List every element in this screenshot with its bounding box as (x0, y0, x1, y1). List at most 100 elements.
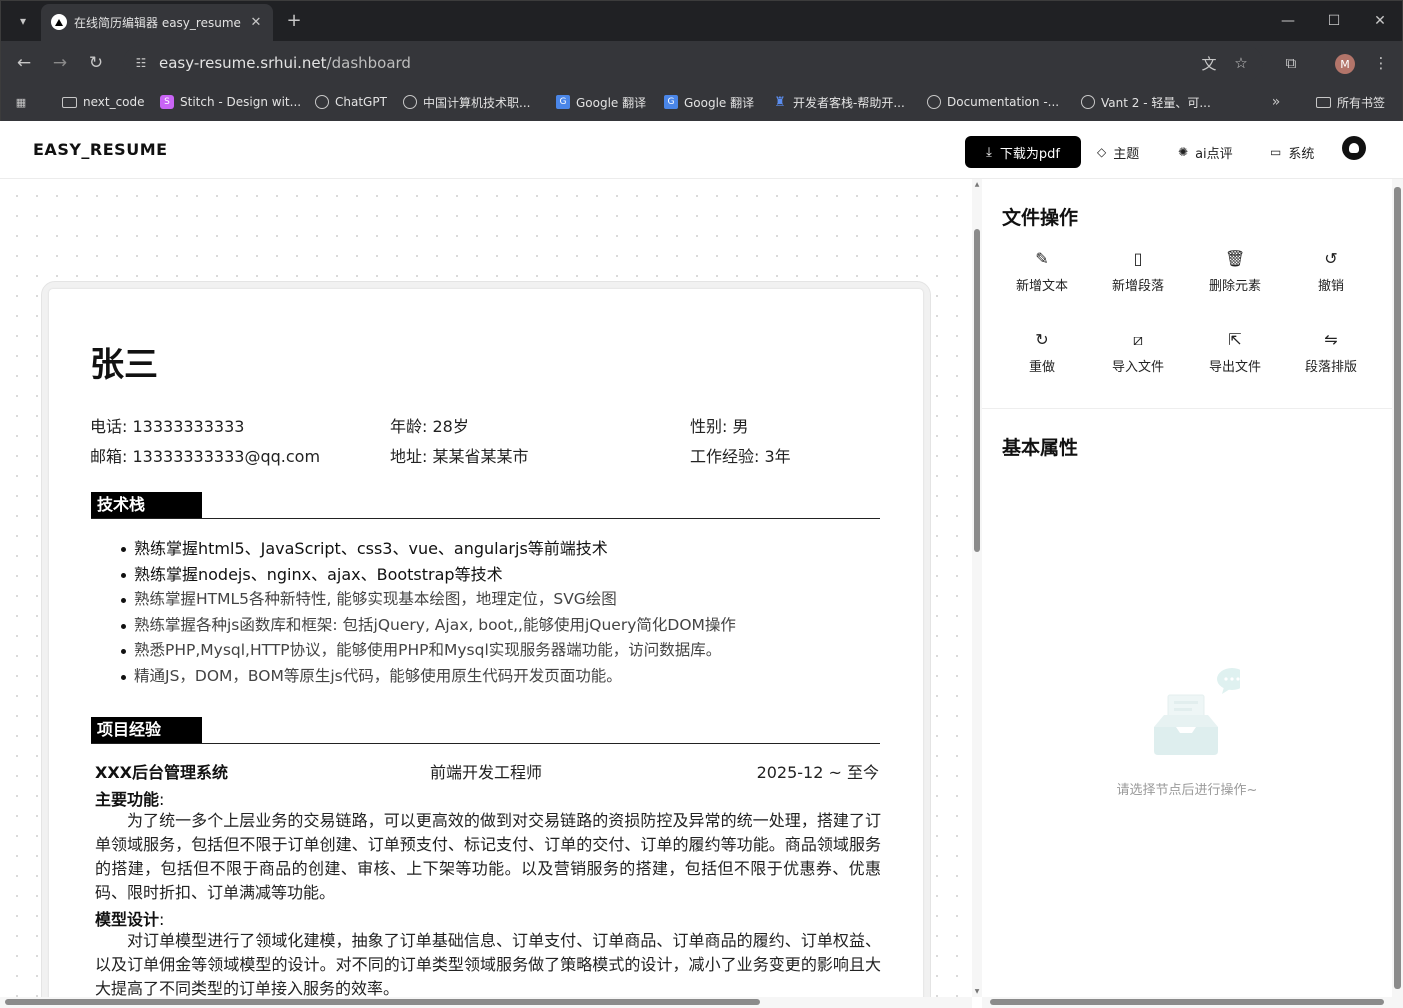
scroll-thumb[interactable] (5, 999, 760, 1005)
bookmark-item[interactable]: S Stitch - Design wit... (160, 93, 301, 111)
resume-paper[interactable]: 张三 电话: 13333333333 年龄: 28岁 性别: 男 邮箱: 133… (49, 289, 923, 997)
import-file-button[interactable]: ⧄ 导入文件 (1098, 330, 1178, 375)
bookmarks-overflow-chevron-icon[interactable]: » (1269, 93, 1283, 111)
address-bar[interactable]: ☷ easy-resume.srhui.net/dashboard (123, 45, 1263, 81)
resume-name[interactable]: 张三 (90, 337, 158, 386)
paragraph-layout-button[interactable]: ⇋ 段落排版 (1291, 330, 1371, 375)
list-item[interactable]: 熟练掌握HTML5各种新特性, 能够实现基本绘图，地理定位，SVG绘图 (121, 587, 894, 613)
bookmark-item[interactable]: 中国计算机技术职... (403, 93, 530, 111)
profile-avatar[interactable]: M (1335, 54, 1355, 74)
google-translate-icon: G (664, 95, 678, 109)
panel-vertical-scrollbar[interactable] (1392, 179, 1403, 997)
add-paragraph-icon: ▯ (1133, 249, 1143, 268)
apps-grid-icon[interactable]: ▦ (14, 93, 28, 111)
translate-page-icon[interactable]: 文 (1198, 52, 1220, 74)
globe-icon (927, 95, 941, 109)
more-menu-icon[interactable]: ⋮ (1370, 52, 1392, 74)
properties-panel: 文件操作 ✎ 新增文本 ▯ 新增段落 🗑︎ 删除元素 ↺ 撤销 ↻ 重做 ⧄ 导… (982, 179, 1392, 997)
scroll-down-arrow-icon[interactable]: ▼ (974, 988, 980, 995)
bookmark-item[interactable]: Vant 2 - 轻量、可... (1081, 93, 1211, 111)
browser-tab[interactable]: 在线简历编辑器 easy_resume ✕ (41, 4, 273, 41)
diamond-icon: ◇ (1097, 145, 1107, 159)
bookmark-item[interactable]: G Google 翻译 (556, 93, 646, 111)
import-icon: ⧄ (1132, 330, 1144, 349)
openai-icon: ✺ (1178, 145, 1189, 159)
bookmark-item[interactable]: Documentation -... (927, 93, 1059, 111)
bookmark-item[interactable]: next_code (62, 93, 145, 111)
reload-icon[interactable]: ↻ (84, 51, 108, 75)
redo-icon: ↻ (1035, 330, 1049, 349)
tab-close-icon[interactable]: ✕ (247, 13, 265, 31)
app-logo[interactable]: EASY_RESUME (33, 140, 168, 159)
canvas-vertical-scrollbar[interactable]: ▲ ▼ (972, 179, 982, 997)
maximize-icon[interactable]: ☐ (1322, 9, 1346, 33)
window-close-icon[interactable]: ✕ (1368, 9, 1392, 33)
project-name[interactable]: XXX后台管理系统 (95, 759, 228, 783)
system-button[interactable]: ▭ 系统 (1270, 142, 1314, 162)
back-arrow-icon[interactable]: ← (12, 51, 36, 75)
scroll-thumb[interactable] (1394, 187, 1401, 989)
scroll-thumb[interactable] (974, 229, 980, 552)
model-design-label[interactable]: 模型设计: (95, 906, 164, 930)
stitch-icon: S (160, 95, 174, 109)
list-item[interactable]: 熟练掌握nodejs、nginx、ajax、Bootstrap等技术 (121, 562, 894, 588)
minimize-icon[interactable]: — (1276, 9, 1300, 33)
empty-state-text: 请选择节点后进行操作~ (1116, 783, 1258, 798)
basic-properties-title: 基本属性 (1002, 437, 1079, 459)
add-text-icon: ✎ (1035, 249, 1049, 268)
info-experience[interactable]: 工作经验: 3年 (690, 443, 791, 467)
list-item[interactable]: 熟练掌握各种js函数库和框架: 包括jQuery, Ajax, boot,,能够… (121, 613, 894, 639)
scroll-up-arrow-icon[interactable]: ▲ (974, 181, 980, 188)
empty-inbox-icon (1154, 668, 1240, 755)
info-phone[interactable]: 电话: 13333333333 (90, 413, 244, 437)
browser-chrome: ▾ 在线简历编辑器 easy_resume ✕ + — ☐ ✕ ← → ↻ ☷ … (0, 0, 1403, 122)
info-gender[interactable]: 性别: 男 (690, 413, 748, 437)
panel-divider (982, 408, 1392, 409)
delete-element-button[interactable]: 🗑︎ 删除元素 (1195, 249, 1275, 294)
theme-button[interactable]: ◇ 主题 (1097, 142, 1139, 162)
bookmark-item[interactable]: ChatGPT (315, 93, 387, 111)
url-text[interactable]: easy-resume.srhui.net/dashboard (159, 54, 411, 72)
scroll-thumb[interactable] (990, 999, 1384, 1005)
resume-canvas[interactable]: 张三 电话: 13333333333 年龄: 28岁 性别: 男 邮箱: 133… (0, 179, 972, 997)
export-file-button[interactable]: ⇱ 导出文件 (1195, 330, 1275, 375)
export-icon: ⇱ (1228, 330, 1242, 349)
new-tab-plus-icon[interactable]: + (284, 10, 304, 31)
redo-button[interactable]: ↻ 重做 (1002, 330, 1082, 375)
main-features-text[interactable]: 为了统一多个上层业务的交易链路，可以更高效的做到对交易链路的资损防控及异常的统一… (95, 809, 881, 905)
undo-button[interactable]: ↺ 撤销 (1291, 249, 1371, 294)
ai-review-button[interactable]: ✺ ai点评 (1178, 142, 1233, 162)
project-date[interactable]: 2025-12 ~ 至今 (757, 759, 879, 783)
list-item[interactable]: 熟练掌握html5、JavaScript、css3、vue、angularjs等… (121, 536, 894, 562)
main-features-label[interactable]: 主要功能: (95, 786, 164, 810)
list-item[interactable]: 熟悉PHP,Mysql,HTTP协议，能够使用PHP和Mysql实现服务器端功能… (121, 638, 894, 664)
folder-icon (62, 96, 77, 108)
download-pdf-button[interactable]: ⤓ 下载为pdf (965, 136, 1081, 168)
site-favicon-icon (51, 14, 67, 30)
list-item[interactable]: 精通JS，DOM，BOM等原生js代码，能够使用原生代码开发页面功能。 (121, 664, 894, 690)
extensions-puzzle-icon[interactable]: ⧉ (1280, 52, 1302, 74)
bookmark-item[interactable]: ♜ 开发者客栈-帮助开... (773, 93, 905, 111)
tab-search-chevron-icon[interactable]: ▾ (13, 11, 33, 31)
section-header-projects: 项目经验 (91, 717, 880, 744)
forward-arrow-icon[interactable]: → (48, 51, 72, 75)
project-role[interactable]: 前端开发工程师 (430, 759, 542, 783)
bookmark-star-icon[interactable]: ☆ (1230, 52, 1252, 74)
canvas-horizontal-scrollbar[interactable] (0, 997, 972, 1008)
bookmark-item[interactable]: G Google 翻译 (664, 93, 754, 111)
globe-icon (1081, 95, 1095, 109)
section-title-skills[interactable]: 技术栈 (91, 492, 202, 518)
add-text-button[interactable]: ✎ 新增文本 (1002, 249, 1082, 294)
github-icon[interactable] (1342, 136, 1366, 160)
add-paragraph-button[interactable]: ▯ 新增段落 (1098, 249, 1178, 294)
site-settings-icon[interactable]: ☷ (131, 53, 151, 73)
section-title-projects[interactable]: 项目经验 (91, 717, 202, 743)
undo-icon: ↺ (1324, 249, 1338, 268)
panel-horizontal-scrollbar[interactable] (982, 997, 1403, 1008)
model-design-text[interactable]: 对订单模型进行了领域化建模，抽象了订单基础信息、订单支付、订单商品、订单商品的履… (95, 929, 881, 997)
info-address[interactable]: 地址: 某某省某某市 (390, 443, 528, 467)
all-bookmarks[interactable]: 所有书签 (1316, 93, 1385, 111)
info-age[interactable]: 年龄: 28岁 (390, 413, 469, 437)
skills-list: 熟练掌握html5、JavaScript、css3、vue、angularjs等… (121, 536, 894, 690)
info-email[interactable]: 邮箱: 13333333333@qq.com (90, 443, 320, 467)
